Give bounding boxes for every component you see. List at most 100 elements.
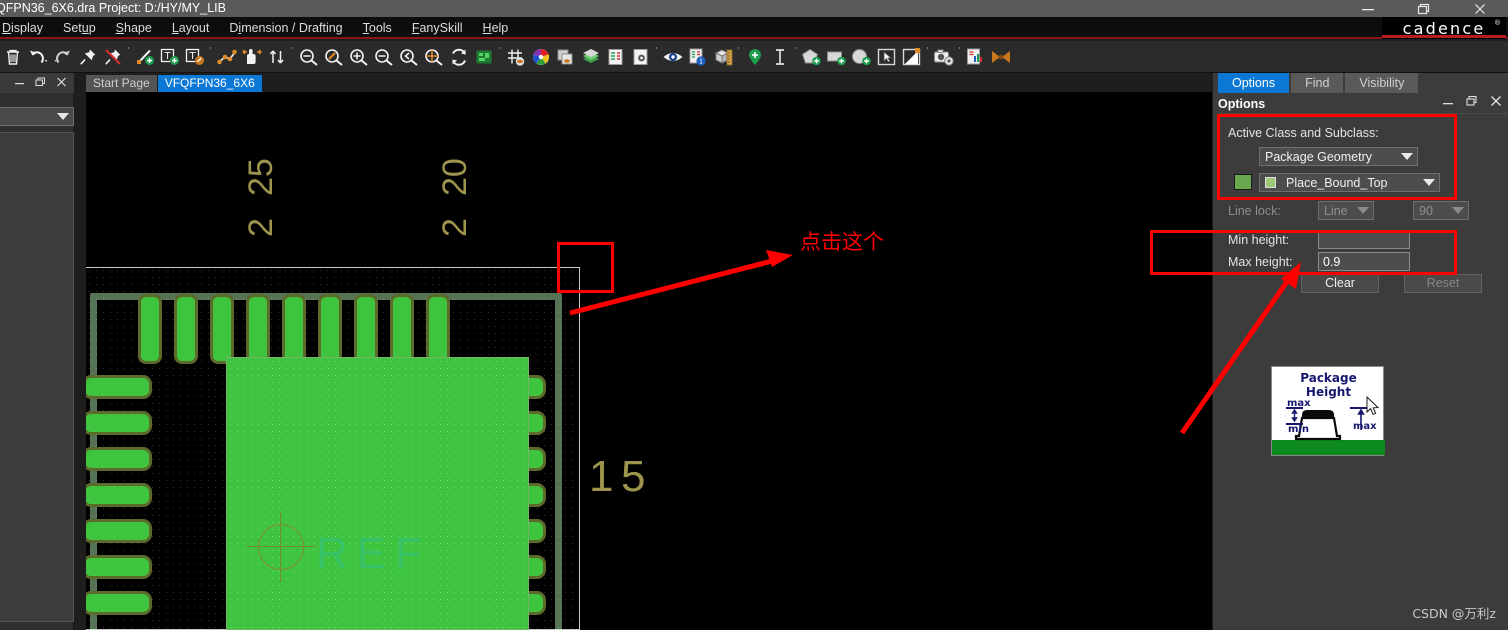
pad-left[interactable] [86, 519, 152, 543]
undo-icon[interactable] [25, 44, 50, 70]
pcb-canvas[interactable]: 25 2 20 2 1 5 REF [86, 92, 1212, 630]
pad-top[interactable] [246, 294, 270, 364]
sync-icon[interactable] [988, 44, 1013, 70]
measure-icon[interactable] [710, 44, 735, 70]
menu-item-display[interactable]: DDisplayisplay [0, 18, 53, 38]
options-panel-header: Options [1218, 95, 1508, 113]
edit-text-icon[interactable]: T [182, 44, 207, 70]
left-panel-restore-button[interactable] [34, 77, 47, 90]
add-shape-circle-icon[interactable] [849, 44, 874, 70]
tab-vfqfpn36-6x6[interactable]: VFQFPN36_6X6 [157, 75, 262, 92]
redo-icon[interactable] [50, 44, 75, 70]
close-button[interactable] [1452, 0, 1508, 17]
zoom-fit-icon[interactable] [296, 44, 321, 70]
add-text-icon[interactable]: T [157, 44, 182, 70]
package-label-max-left: max [1287, 398, 1311, 409]
max-height-input[interactable]: 0.9 [1318, 252, 1410, 271]
shape-fill-icon[interactable] [899, 44, 924, 70]
active-class-combo[interactable]: Package Geometry [1259, 147, 1418, 166]
select-shape-icon[interactable] [874, 44, 899, 70]
zoom-previous-icon[interactable] [396, 44, 421, 70]
tab-visibility[interactable]: Visibility [1345, 73, 1419, 93]
silk-label-2b: 2 [436, 218, 474, 237]
add-shape-polygon-icon[interactable] [799, 44, 824, 70]
restore-button[interactable] [1396, 0, 1452, 17]
class-color-swatch[interactable] [1234, 174, 1252, 190]
pad-top[interactable] [318, 294, 342, 364]
line-lock-combo[interactable]: Line [1318, 201, 1374, 220]
zoom-by-points-icon[interactable] [321, 44, 346, 70]
pad-top[interactable] [282, 294, 306, 364]
menu-item-fanyskill[interactable]: FanySkill [402, 18, 473, 38]
add-shape-rect-icon[interactable] [824, 44, 849, 70]
pcb-board[interactable]: REF [86, 267, 581, 630]
pad-top[interactable] [390, 294, 414, 364]
pad-left[interactable] [86, 591, 152, 615]
left-panel-list[interactable] [0, 132, 74, 622]
silk-label-2: 2 [242, 218, 280, 237]
tab-options[interactable]: Options [1218, 73, 1290, 93]
add-line-icon[interactable] [132, 44, 157, 70]
pad-top[interactable] [354, 294, 378, 364]
pad-left[interactable] [86, 483, 152, 507]
text-cursor-icon[interactable] [767, 44, 792, 70]
chart-report-icon[interactable] [963, 44, 988, 70]
pad-left[interactable] [86, 375, 152, 399]
pad-top[interactable] [174, 294, 198, 364]
menu-item-setup[interactable]: Setup [53, 18, 106, 38]
pad-left[interactable] [86, 555, 152, 579]
zoom-out-icon[interactable] [371, 44, 396, 70]
refresh-icon[interactable] [446, 44, 471, 70]
tab-find[interactable]: Find [1291, 73, 1344, 93]
color-wheel-icon[interactable] [528, 44, 553, 70]
pad-top[interactable] [210, 294, 234, 364]
menu-item-help[interactable]: Help [473, 18, 519, 38]
pad-top[interactable] [426, 294, 450, 364]
clear-button[interactable]: Clear [1301, 274, 1379, 293]
left-dock-panel [0, 73, 74, 630]
snapshot-icon[interactable] [931, 44, 956, 70]
pad-left[interactable] [86, 447, 152, 471]
thermal-pad[interactable] [226, 357, 529, 630]
options-close-button[interactable] [1490, 94, 1502, 112]
minimize-button[interactable] [1340, 0, 1396, 17]
move-icon[interactable] [214, 44, 239, 70]
menu-bar: DDisplayisplay Setup Shape Layout Dimens… [0, 17, 1508, 39]
swap-icon[interactable] [264, 44, 289, 70]
visibility-eye-icon[interactable] [660, 44, 685, 70]
menu-item-shape[interactable]: Shape [106, 18, 162, 38]
toolbar-separator [735, 46, 742, 68]
pin-icon[interactable] [75, 44, 100, 70]
chevron-down-icon [1357, 207, 1369, 214]
left-panel-minimize-button[interactable] [13, 77, 26, 89]
select-icon[interactable] [239, 44, 264, 70]
zoom-in-icon[interactable] [346, 44, 371, 70]
layers-icon[interactable] [553, 44, 578, 70]
report-icon[interactable] [603, 44, 628, 70]
menu-item-tools[interactable]: Tools [353, 18, 402, 38]
add-pin-icon[interactable] [742, 44, 767, 70]
window-controls [1340, 0, 1508, 17]
property-info-icon[interactable]: i [685, 44, 710, 70]
left-panel-close-button[interactable] [55, 77, 68, 90]
min-height-input[interactable] [1318, 230, 1410, 249]
design-icon[interactable] [471, 44, 496, 70]
active-subclass-combo[interactable]: Place_Bound_Top [1259, 173, 1440, 192]
setup-gear-icon[interactable] [628, 44, 653, 70]
pad-top[interactable] [138, 294, 162, 364]
zoom-center-icon[interactable] [421, 44, 446, 70]
left-panel-combo[interactable] [0, 107, 74, 126]
menu-item-dimension-drafting[interactable]: Dimension / Drafting [219, 18, 352, 38]
options-minimize-button[interactable] [1442, 94, 1454, 112]
line-lock-angle-combo[interactable]: 90 [1413, 201, 1469, 220]
subclass-icon[interactable] [578, 44, 603, 70]
pad-left[interactable] [86, 411, 152, 435]
tab-start-page[interactable]: Start Page [86, 75, 157, 92]
delete-icon[interactable] [0, 44, 25, 70]
unpin-icon[interactable] [100, 44, 125, 70]
grid-toggle-icon[interactable] [503, 44, 528, 70]
silk-label-5: 5 [621, 452, 646, 501]
reset-button[interactable]: Reset [1404, 274, 1482, 293]
options-float-button[interactable] [1466, 94, 1478, 112]
menu-item-layout[interactable]: Layout [162, 18, 220, 38]
